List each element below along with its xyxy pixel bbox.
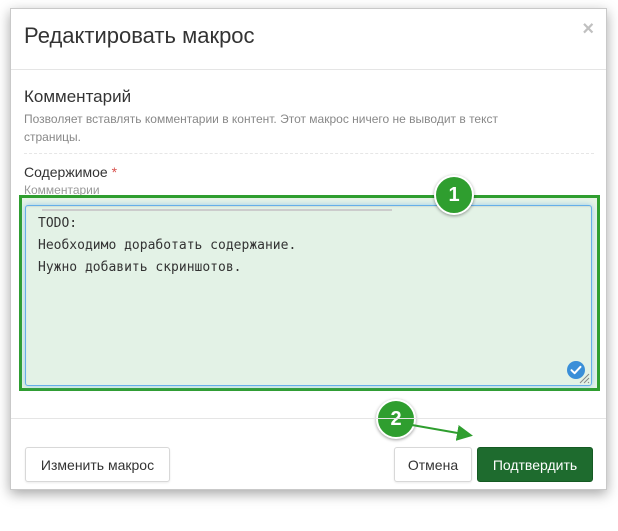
edit-macro-dialog: Редактировать макрос × Комментарий Позво… [10,8,607,490]
cancel-button[interactable]: Отмена [394,447,472,482]
page-frame: Редактировать макрос × Комментарий Позво… [0,0,618,531]
confirm-button[interactable]: Подтвердить [477,447,593,482]
edit-macro-button[interactable]: Изменить макрос [25,447,170,482]
dialog-footer: Изменить макрос Отмена Подтвердить [11,418,606,491]
